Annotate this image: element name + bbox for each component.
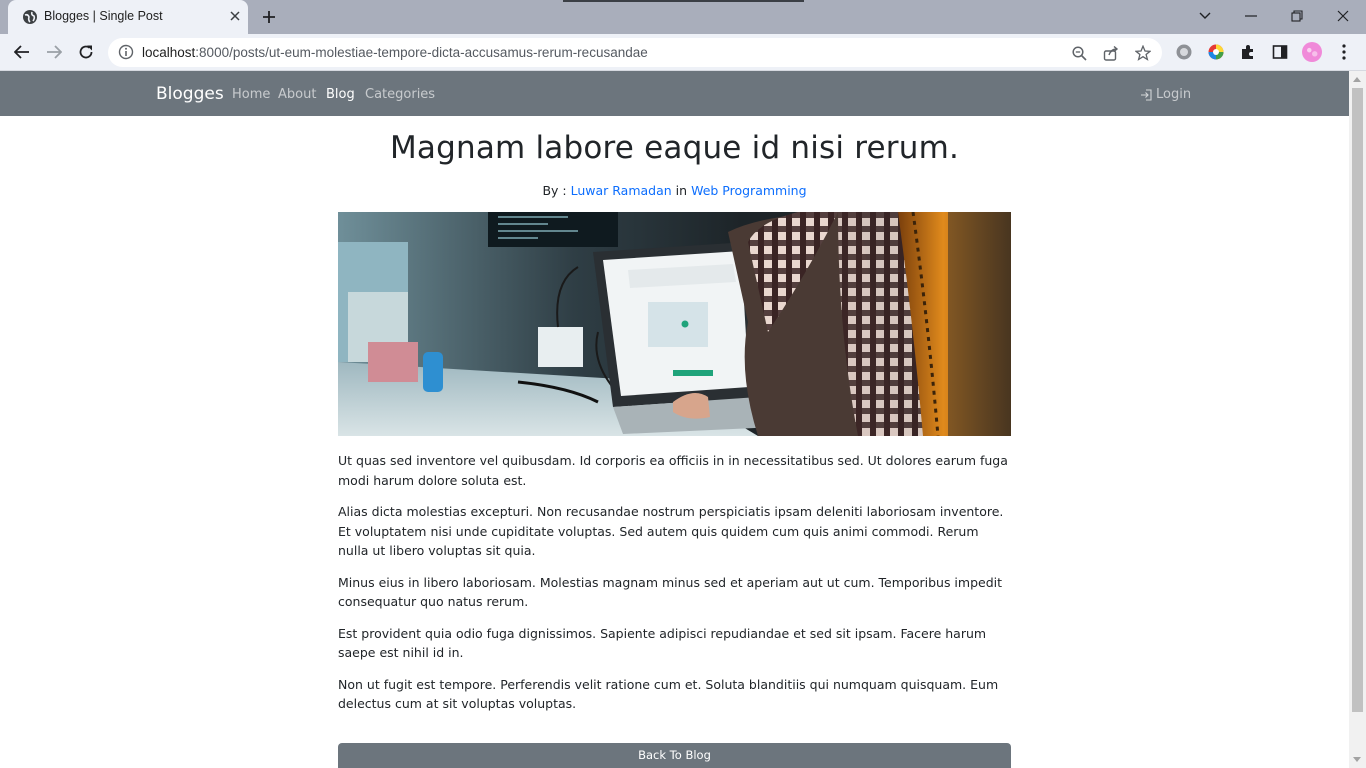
login-link[interactable]: Login: [1140, 87, 1191, 102]
close-window-icon[interactable]: [1331, 4, 1355, 28]
in-label: in: [675, 183, 688, 198]
scroll-down-arrow-icon[interactable]: [1353, 757, 1361, 762]
post-paragraph: Minus eius in libero laboriosam. Molesti…: [338, 574, 1003, 610]
post-body: Ut quas sed inventore vel quibusdam. Id …: [338, 451, 1011, 726]
restore-icon[interactable]: [1285, 4, 1309, 28]
address-bar[interactable]: localhost:8000/posts/ut-eum-molestiae-te…: [108, 38, 1162, 67]
post-title: Magnam labore eaque id nisi rerum.: [389, 130, 960, 166]
page-scrollbar[interactable]: [1349, 71, 1366, 768]
close-tab-icon[interactable]: [226, 7, 244, 25]
tab-title: Blogges | Single Post: [44, 9, 163, 23]
nav-link-home[interactable]: Home: [232, 87, 270, 102]
side-panel-icon[interactable]: [1270, 42, 1290, 62]
nav-link-categories[interactable]: Categories: [365, 87, 435, 102]
browser-tabstrip: Blogges | Single Post: [0, 0, 1366, 34]
reload-icon[interactable]: [73, 39, 99, 65]
puzzle-extensions-icon[interactable]: [1238, 42, 1258, 62]
menu-kebab-icon[interactable]: [1334, 42, 1354, 62]
url-path: :8000/posts/ut-eum-molestiae-tempore-dic…: [195, 45, 648, 60]
category-link[interactable]: Web Programming: [691, 183, 806, 198]
color-picker-extension-icon[interactable]: [1206, 42, 1226, 62]
share-icon[interactable]: [1102, 44, 1120, 62]
site-navbar: Blogges Home About Blog Categories Login: [0, 71, 1349, 116]
login-label: Login: [1156, 87, 1192, 102]
back-to-blog-button[interactable]: Back To Blog: [338, 743, 1011, 768]
post-hero-image: [338, 212, 1011, 436]
scroll-thumb[interactable]: [1352, 88, 1363, 712]
extension-gray-icon[interactable]: [1174, 42, 1194, 62]
tab-search-chevron-icon[interactable]: [1193, 4, 1217, 28]
new-tab-icon[interactable]: [258, 6, 280, 28]
by-label: By :: [542, 183, 567, 198]
post-byline: By : Luwar Ramadan in Web Programming: [0, 183, 1349, 198]
post-paragraph: Alias dicta molestias excepturi. Non rec…: [338, 504, 1004, 558]
browser-toolbar: localhost:8000/posts/ut-eum-molestiae-te…: [0, 34, 1366, 71]
url-text[interactable]: localhost:8000/posts/ut-eum-molestiae-te…: [142, 45, 648, 60]
post-paragraph: Non ut fugit est tempore. Perferendis ve…: [338, 676, 999, 712]
profile-avatar-icon[interactable]: [1302, 42, 1322, 62]
zoom-icon[interactable]: [1070, 44, 1088, 62]
minimize-icon[interactable]: [1239, 4, 1263, 28]
nav-link-blog[interactable]: Blog: [326, 87, 355, 102]
browser-tab[interactable]: Blogges | Single Post: [8, 0, 248, 34]
scroll-up-arrow-icon[interactable]: [1353, 77, 1361, 82]
forward-arrow-icon[interactable]: [41, 39, 67, 65]
login-icon: [1141, 88, 1152, 101]
page-viewport: Blogges Home About Blog Categories Login…: [0, 71, 1349, 768]
post-paragraph: Est provident quia odio fuga dignissimos…: [338, 625, 987, 661]
post-paragraph: Ut quas sed inventore vel quibusdam. Id …: [338, 453, 1008, 488]
globe-icon: [22, 9, 38, 25]
author-link[interactable]: Luwar Ramadan: [571, 183, 672, 198]
bookmark-star-icon[interactable]: [1134, 44, 1152, 62]
url-host: localhost: [142, 45, 196, 60]
back-arrow-icon[interactable]: [9, 39, 35, 65]
tabstrip-indicator: [563, 0, 804, 2]
navbar-brand[interactable]: Blogges: [156, 84, 224, 104]
nav-link-about[interactable]: About: [278, 87, 316, 102]
site-info-icon[interactable]: [118, 44, 134, 60]
